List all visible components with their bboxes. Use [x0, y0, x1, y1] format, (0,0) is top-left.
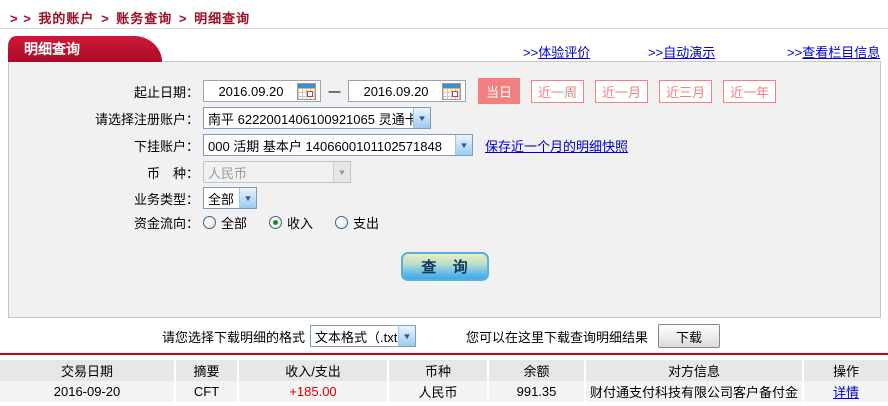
sub-account-select[interactable]: 000 活期 基本户 1406600101102571848	[203, 134, 473, 156]
date-range-row: 起止日期： 一 当日 近一周 近一月 近三月 近一年	[9, 78, 880, 104]
calendar-icon[interactable]	[297, 82, 316, 100]
download-format-select[interactable]: 文本格式（.txt）	[310, 325, 417, 347]
download-format-label: 请您选择下载明细的格式	[162, 329, 306, 345]
business-type-row: 业务类型： 全部	[9, 187, 880, 209]
fund-flow-option-all-label: 全部	[221, 216, 248, 231]
quick-range-week-button[interactable]: 近一周	[531, 79, 585, 103]
quick-range-today-button[interactable]: 当日	[478, 78, 521, 104]
detail-link[interactable]: 详情	[833, 385, 859, 400]
chevron-down-icon	[333, 162, 350, 182]
sub-account-row: 下挂账户： 000 活期 基本户 1406600101102571848 保存近…	[9, 134, 880, 156]
fund-flow-option-income[interactable]: 收入	[269, 213, 313, 232]
header-trade-date: 交易日期	[0, 360, 175, 381]
start-date-input[interactable]	[205, 83, 297, 99]
cell-balance: 991.35	[487, 381, 585, 402]
cell-trade-date: 2016-09-20	[0, 381, 175, 402]
tab-label: 明细查询	[24, 41, 80, 57]
link-label: 查看栏目信息	[802, 45, 881, 60]
business-type-value: 全部	[208, 191, 235, 207]
start-date-box	[203, 80, 321, 102]
chevron-down-icon	[398, 326, 416, 346]
cell-counterparty: 财付通支付科技有限公司客户备付金	[584, 381, 803, 402]
cell-currency: 人民币	[387, 381, 488, 402]
radio-icon[interactable]	[203, 216, 216, 229]
breadcrumb-divider	[0, 28, 888, 29]
quick-range-3months-button[interactable]: 近三月	[659, 79, 713, 103]
business-type-select[interactable]: 全部	[203, 187, 257, 209]
currency-value: 人民币	[208, 165, 248, 181]
date-range-dash: 一	[328, 84, 342, 100]
link-arrow-prefix: >>	[787, 45, 803, 60]
end-date-input[interactable]	[350, 83, 443, 99]
fund-flow-option-all[interactable]: 全部	[203, 213, 247, 232]
breadcrumb-item-account-query[interactable]: 账务查询	[116, 11, 172, 26]
tab-detail-query[interactable]: 明细查询	[8, 36, 162, 62]
chevron-down-icon	[413, 108, 430, 128]
breadcrumb-separator: >	[178, 11, 188, 26]
download-format-value: 文本格式（.txt）	[315, 329, 398, 345]
sub-account-label: 下挂账户：	[133, 138, 199, 154]
query-form-panel: 起止日期： 一 当日 近一周 近一月 近三月 近一年 请选择注册账户： 南平	[8, 61, 881, 318]
header-summary: 摘要	[174, 360, 238, 381]
cell-amount: +185.00	[237, 381, 388, 402]
table-row: 2016-09-20 CFT +185.00 人民币 991.35 财付通支付科…	[0, 381, 888, 402]
currency-row: 币 种： 人民币	[9, 161, 880, 183]
cell-summary: CFT	[174, 381, 238, 402]
registered-account-value: 南平 6222001406100921065 灵通卡	[208, 111, 413, 127]
query-button-row: 查 询	[9, 252, 880, 281]
fund-flow-label: 资金流向：	[133, 216, 199, 231]
header-balance: 余额	[487, 360, 585, 381]
detail-query-page: > > 我的账户 > 账务查询 > 明细查询 明细查询 >>体验评价 >>自动演…	[0, 0, 888, 406]
fund-flow-option-expense[interactable]: 支出	[335, 213, 379, 232]
breadcrumb-item-my-account[interactable]: 我的账户	[38, 11, 94, 26]
link-arrow-prefix: >>	[523, 45, 539, 60]
link-label: 自动演示	[663, 45, 716, 60]
fund-flow-option-expense-label: 支出	[353, 216, 380, 231]
end-date-box	[348, 80, 467, 102]
currency-select: 人民币	[203, 161, 351, 183]
table-header-row: 交易日期 摘要 收入/支出 币种 余额 对方信息 操作	[0, 360, 888, 381]
link-label: 体验评价	[538, 45, 591, 60]
link-experience-rating[interactable]: >>体验评价	[523, 42, 590, 61]
date-range-label: 起止日期：	[133, 84, 199, 100]
download-hint: 您可以在这里下载查询明细结果	[466, 329, 649, 345]
breadcrumb-item-detail-query: 明细查询	[194, 11, 251, 26]
link-auto-demo[interactable]: >>自动演示	[648, 42, 715, 61]
query-button[interactable]: 查 询	[400, 252, 489, 281]
save-snapshot-link[interactable]: 保存近一个月的明细快照	[485, 136, 628, 155]
currency-label: 币 种：	[146, 165, 199, 181]
header-counterparty: 对方信息	[584, 360, 803, 381]
business-type-label: 业务类型：	[133, 191, 199, 207]
download-button[interactable]: 下载	[658, 324, 721, 348]
cell-action: 详情	[802, 381, 888, 402]
header-action: 操作	[802, 360, 888, 381]
calendar-icon[interactable]	[442, 82, 462, 100]
header-currency: 币种	[387, 360, 488, 381]
quick-range-buttons: 当日 近一周 近一月 近三月 近一年	[478, 78, 787, 104]
fund-flow-row: 资金流向： 全部 收入 支出	[9, 213, 880, 232]
link-arrow-prefix: >>	[648, 45, 664, 60]
download-row: 请您选择下载明细的格式 文本格式（.txt） 您可以在这里下载查询明细结果 下载	[0, 323, 888, 349]
quick-range-month-button[interactable]: 近一月	[595, 79, 649, 103]
table-top-divider	[0, 353, 888, 355]
results-table: 交易日期 摘要 收入/支出 币种 余额 对方信息 操作 2016-09-20 C…	[0, 360, 888, 402]
registered-account-label: 请选择注册账户：	[94, 111, 199, 127]
breadcrumb-prefix: > >	[10, 11, 32, 26]
breadcrumb-separator: >	[101, 11, 110, 26]
breadcrumb: > > 我的账户 > 账务查询 > 明细查询	[10, 8, 252, 27]
chevron-down-icon	[455, 135, 472, 155]
radio-icon[interactable]	[269, 216, 283, 229]
registered-account-select[interactable]: 南平 6222001406100921065 灵通卡	[203, 107, 431, 129]
link-view-column-info[interactable]: >>查看栏目信息	[787, 42, 880, 61]
quick-range-year-button[interactable]: 近一年	[723, 79, 777, 103]
sub-account-value: 000 活期 基本户 1406600101102571848	[208, 138, 442, 154]
registered-account-row: 请选择注册账户： 南平 6222001406100921065 灵通卡	[9, 107, 880, 129]
header-income-expense: 收入/支出	[237, 360, 388, 381]
radio-icon[interactable]	[335, 216, 349, 229]
fund-flow-option-income-label: 收入	[287, 216, 314, 231]
chevron-down-icon	[239, 188, 256, 208]
